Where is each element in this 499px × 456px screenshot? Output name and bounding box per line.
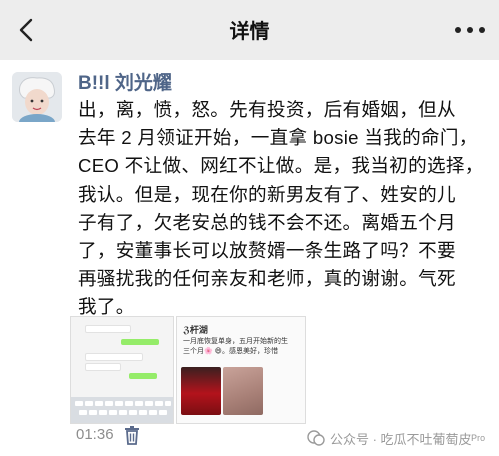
post-line: 我认。但是，现在你的新男友有了、姓安的儿 — [78, 183, 456, 205]
post-text: 出，离，愤，怒。先有投资，后有婚姻，但从 去年 2 月领证开始，一直拿 bosi… — [78, 96, 490, 322]
post-line: 再骚扰我的任何亲友和老师，真的谢谢。气死 — [78, 268, 456, 290]
post-line: CEO 不让做、网红不让做。是，我当初的选择， — [78, 155, 484, 177]
photo-thumbnail — [181, 367, 221, 415]
delete-button[interactable] — [124, 425, 140, 445]
photo-thumbnail — [223, 367, 263, 415]
post-line: 出，离，愤，怒。先有投资，后有婚姻，但从 — [78, 99, 456, 120]
avatar-image — [12, 72, 62, 122]
moments-line: 三个月🌸 😄。感恩美好，珍惜 — [183, 348, 278, 355]
post-line: 了，安董事长可以放赘婿一条生路了吗？不要 — [78, 240, 456, 262]
post-line: 子有了，欠老安总的钱不会不还。离婚五个月 — [78, 211, 456, 233]
dot-icon — [479, 27, 485, 33]
author-name[interactable]: B!!l 刘光耀 — [78, 68, 172, 95]
moments-title: ℨ杆湖 — [183, 325, 208, 335]
post-time: 01:36 — [76, 426, 114, 443]
dot-icon — [467, 27, 473, 33]
watermark: 公众号 · 吃瓜不吐葡萄皮ᴾʳᵒ — [306, 428, 485, 448]
wechat-official-account-icon — [307, 430, 325, 446]
page-title: 详情 — [229, 21, 270, 43]
post-line: 去年 2 月领证开始，一直拿 bosie 当我的命门， — [78, 127, 478, 149]
chat-screenshot-image[interactable] — [70, 316, 174, 424]
attachment-images: ℨ杆湖 一月底恢复单身，五月开始新的生 三个月🌸 😄。感恩美好，珍惜 — [70, 316, 310, 424]
dot-icon — [455, 27, 461, 33]
avatar[interactable] — [12, 72, 62, 122]
more-button[interactable] — [455, 18, 485, 42]
top-bar: 详情 — [0, 0, 499, 60]
watermark-text: 公众号 · 吃瓜不吐葡萄皮ᴾʳᵒ — [329, 431, 485, 447]
moments-line: 一月底恢复单身，五月开始新的生 — [183, 338, 288, 345]
trash-icon — [125, 426, 139, 445]
moments-screenshot-image[interactable]: ℨ杆湖 一月底恢复单身，五月开始新的生 三个月🌸 😄。感恩美好，珍惜 — [176, 316, 306, 424]
moments-text: 一月底恢复单身，五月开始新的生 三个月🌸 😄。感恩美好，珍惜 — [183, 337, 303, 357]
keyboard-image — [71, 397, 173, 423]
